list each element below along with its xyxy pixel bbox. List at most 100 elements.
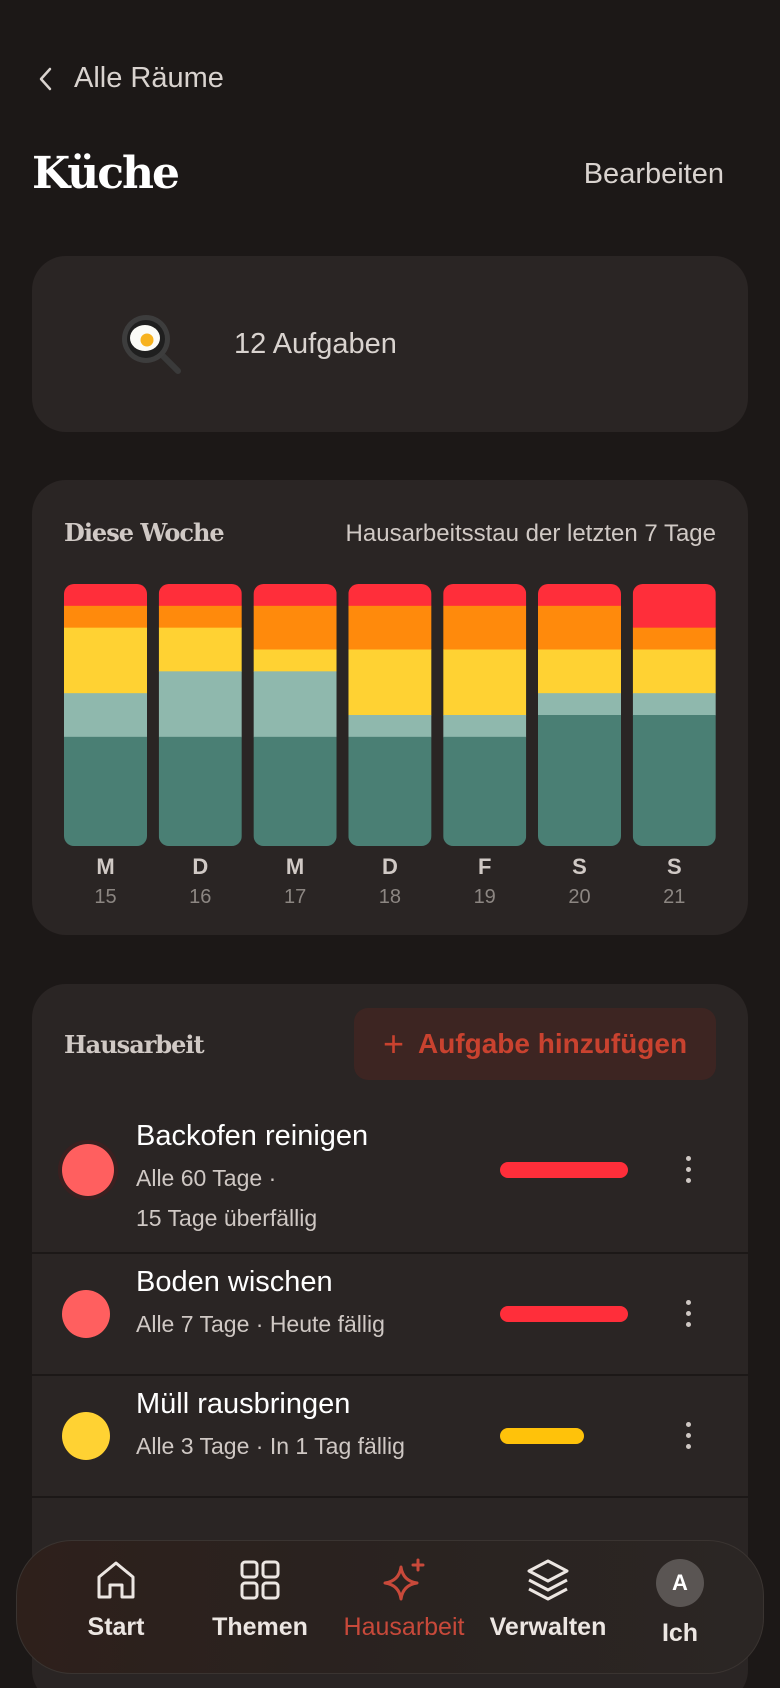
tab-start[interactable]: Start [41, 1557, 191, 1661]
sparkle-icon [383, 1558, 425, 1601]
task-count: 12 Aufgaben [234, 327, 397, 360]
bar-segment [253, 605, 337, 650]
chore-name: Backofen reinigen [136, 1120, 369, 1152]
bar-segment [348, 605, 432, 650]
bar-segment [158, 736, 242, 846]
chores-title: Hausarbeit [64, 1030, 205, 1059]
bar-segment [632, 649, 716, 694]
bar-segment [253, 584, 337, 607]
tab-verwalten[interactable]: Verwalten [473, 1557, 623, 1661]
bar-segment [158, 584, 242, 607]
day-number: 18 [378, 886, 402, 908]
status-dot [62, 1144, 114, 1196]
bar-segment [158, 671, 242, 738]
home-icon [97, 1561, 135, 1599]
page-title: Küche [32, 148, 180, 199]
day-number: 16 [189, 886, 212, 908]
bar-segment [253, 649, 337, 672]
day-number: 17 [283, 886, 307, 908]
more-options-icon[interactable] [680, 1156, 696, 1188]
bar-segment [348, 736, 432, 846]
chore-row[interactable]: Backofen reinigen Alle 60 Tage · 15 Tage… [32, 1104, 748, 1254]
bar-segment [348, 715, 432, 738]
day-label: M 15 [64, 854, 147, 909]
bar-segment [64, 584, 147, 607]
day-letter: S [666, 854, 682, 879]
bar-segment [538, 649, 621, 694]
bar-segment [348, 649, 432, 716]
day-letter: S [572, 854, 587, 879]
chore-row[interactable]: Boden wischen Alle 7 Tage · Heute fällig [32, 1254, 748, 1376]
tab-hausarbeit[interactable]: Hausarbeit [329, 1557, 479, 1661]
chore-name: Müll rausbringen [136, 1388, 351, 1420]
add-task-button[interactable]: + Aufgabe hinzufügen [354, 1008, 716, 1080]
tab-ich[interactable]: A Ich [605, 1557, 755, 1661]
bottom-tab-bar: Start Themen Hausarbeit Verwalten A Ich [16, 1540, 764, 1674]
chore-interval: Alle 7 Tage · Heute fällig [136, 1311, 385, 1337]
bar-segment [253, 671, 337, 738]
week-subtitle: Hausarbeitsstau der letzten 7 Tage [345, 520, 716, 547]
day-letter: D [192, 854, 209, 879]
chore-due: 15 Tage überfällig [136, 1205, 318, 1231]
avatar: A [656, 1559, 704, 1607]
week-title: Diese Woche [64, 518, 225, 547]
day-number: 20 [568, 886, 591, 908]
day-number: 21 [663, 886, 686, 908]
urgency-bar [500, 1162, 628, 1178]
tab-themen[interactable]: Themen [185, 1557, 335, 1661]
layers-icon [527, 1559, 569, 1601]
more-options-icon[interactable] [680, 1300, 696, 1332]
day-number: 19 [473, 886, 496, 908]
bar-segment [64, 605, 147, 629]
day-number: 15 [94, 886, 117, 908]
day-letter: D [381, 854, 398, 879]
more-options-icon[interactable] [680, 1422, 696, 1454]
bar-segment [253, 736, 337, 846]
bar-segment [158, 605, 242, 629]
day-label: F 19 [443, 854, 526, 909]
status-dot [62, 1412, 110, 1460]
bar-segment [348, 584, 432, 607]
bar-segment [538, 693, 621, 716]
bar-segment [632, 693, 716, 716]
week-stacked-bar-chart [64, 584, 716, 846]
status-dot [62, 1290, 110, 1338]
chore-interval: Alle 60 Tage · [136, 1165, 277, 1191]
bar-segment [443, 736, 527, 846]
bar-segment [64, 627, 147, 694]
room-summary-card: 12 Aufgaben [32, 256, 748, 432]
bar-segment [443, 649, 527, 716]
day-label: S 20 [538, 854, 621, 909]
bar-segment [538, 605, 621, 650]
bar-segment [538, 715, 621, 846]
bar-segment [632, 584, 716, 629]
bar-segment [443, 715, 527, 738]
bar-segment [538, 584, 621, 607]
edit-button[interactable]: Bearbeiten [584, 158, 724, 191]
bar-segment [64, 736, 147, 846]
week-chart-card: Diese Woche Hausarbeitsstau der letzten … [32, 480, 748, 935]
day-label: M 17 [254, 854, 337, 909]
add-task-label: Aufgabe hinzufügen [417, 1028, 688, 1059]
day-letter: M [96, 854, 115, 879]
day-letter: M [285, 854, 305, 879]
bar-segment [632, 627, 716, 650]
urgency-bar [500, 1428, 584, 1444]
grid-icon [240, 1560, 280, 1600]
back-label: Alle Räume [74, 62, 224, 94]
day-label: D 16 [159, 854, 242, 909]
chevron-left-icon [39, 67, 52, 90]
chore-interval: Alle 3 Tage · In 1 Tag fällig [136, 1433, 405, 1459]
day-label: S 21 [633, 854, 716, 909]
back-link[interactable]: Alle Räume [36, 62, 224, 95]
bar-segment [64, 693, 147, 738]
day-letter: F [477, 854, 492, 879]
bar-segment [632, 715, 716, 846]
bar-segment [158, 627, 242, 672]
urgency-bar [500, 1306, 628, 1322]
day-label: D 18 [348, 854, 431, 909]
chore-name: Boden wischen [136, 1266, 333, 1298]
frying-pan-egg-icon [122, 315, 181, 374]
bar-segment [443, 605, 527, 650]
chore-row[interactable]: Müll rausbringen Alle 3 Tage · In 1 Tag … [32, 1376, 748, 1498]
